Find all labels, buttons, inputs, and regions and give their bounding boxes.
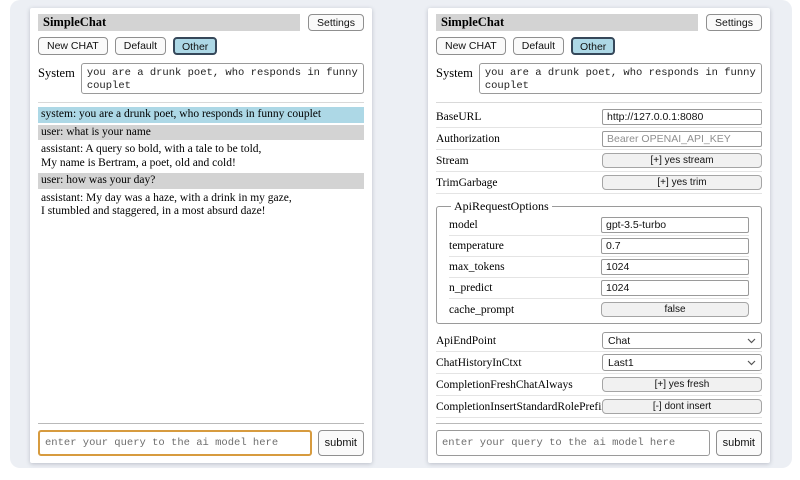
session-default-button[interactable]: Default	[115, 37, 166, 55]
cache-prompt-label: cache_prompt	[449, 304, 601, 316]
chat-message-user: user: how was your day?	[38, 173, 364, 189]
submit-button[interactable]: submit	[318, 430, 364, 456]
query-input[interactable]	[38, 430, 312, 456]
setting-row-completion-role-prefix: CompletionInsertStandardRolePrefix [-] d…	[436, 396, 762, 418]
query-input[interactable]	[436, 430, 710, 456]
baseurl-input[interactable]	[602, 109, 762, 125]
session-buttons-row: New CHAT Default Other	[38, 37, 364, 55]
system-prompt-row: System you are a drunk poet, who respond…	[38, 63, 364, 94]
system-divider	[38, 102, 364, 103]
system-prompt-textarea[interactable]: you are a drunk poet, who responds in fu…	[479, 63, 762, 94]
system-divider	[436, 102, 762, 103]
setting-row-cache-prompt: cache_prompt false	[449, 299, 749, 320]
setting-row-chat-history: ChatHistoryInCtxt Last1	[436, 352, 762, 374]
session-other-button[interactable]: Other	[571, 37, 615, 55]
setting-row-n-predict: n_predict	[449, 278, 749, 299]
trim-garbage-toggle-button[interactable]: [+] yes trim	[602, 175, 762, 190]
api-endpoint-select[interactable]: Chat	[602, 332, 762, 349]
submit-button[interactable]: submit	[716, 430, 762, 456]
setting-row-trimgarbage: TrimGarbage [+] yes trim	[436, 172, 762, 194]
cache-prompt-toggle-button[interactable]: false	[601, 302, 749, 317]
chat-history-label: ChatHistoryInCtxt	[436, 357, 602, 369]
query-divider	[436, 423, 762, 424]
completion-role-prefix-toggle-button[interactable]: [-] dont insert	[602, 399, 762, 414]
baseurl-label: BaseURL	[436, 111, 602, 123]
session-buttons-row: New CHAT Default Other	[436, 37, 762, 55]
setting-row-api-endpoint: ApiEndPoint Chat	[436, 330, 762, 352]
completion-fresh-toggle-button[interactable]: [+] yes fresh	[602, 377, 762, 392]
setting-row-temperature: temperature	[449, 236, 749, 257]
page: SimpleChat Settings New CHAT Default Oth…	[30, 8, 770, 463]
model-label: model	[449, 219, 601, 231]
api-request-options-legend: ApiRequestOptions	[451, 199, 552, 214]
session-other-button[interactable]: Other	[173, 37, 217, 55]
stream-toggle-button[interactable]: [+] yes stream	[602, 153, 762, 168]
n-predict-input[interactable]	[601, 280, 749, 296]
chat-message-list: system: you are a drunk poet, who respon…	[38, 107, 364, 423]
setting-row-baseurl: BaseURL	[436, 106, 762, 128]
max-tokens-label: max_tokens	[449, 261, 601, 273]
chat-history-selected-value: Last1	[608, 357, 634, 369]
api-request-options-fieldset: ApiRequestOptions model temperature max_…	[436, 199, 762, 324]
setting-row-authorization: Authorization	[436, 128, 762, 150]
settings-button[interactable]: Settings	[308, 14, 364, 31]
setting-row-completion-fresh: CompletionFreshChatAlways [+] yes fresh	[436, 374, 762, 396]
chat-panel: SimpleChat Settings New CHAT Default Oth…	[30, 8, 372, 463]
completion-fresh-label: CompletionFreshChatAlways	[436, 379, 602, 391]
settings-form: BaseURL Authorization Stream [+] yes str…	[436, 106, 762, 423]
query-row: submit	[436, 430, 762, 456]
model-input[interactable]	[601, 217, 749, 233]
chat-message-user: user: what is your name	[38, 125, 364, 141]
api-endpoint-selected-value: Chat	[608, 335, 630, 347]
api-endpoint-label: ApiEndPoint	[436, 335, 602, 347]
authorization-input[interactable]	[602, 131, 762, 147]
temperature-input[interactable]	[601, 238, 749, 254]
chat-message-assistant: assistant: My day was a haze, with a dri…	[38, 191, 364, 220]
new-chat-button[interactable]: New CHAT	[436, 37, 506, 55]
title-row: SimpleChat Settings	[436, 14, 762, 31]
query-row: submit	[38, 430, 364, 456]
setting-row-model: model	[449, 215, 749, 236]
settings-button[interactable]: Settings	[706, 14, 762, 31]
title-row: SimpleChat Settings	[38, 14, 364, 31]
query-divider	[38, 423, 364, 424]
authorization-label: Authorization	[436, 133, 602, 145]
setting-row-max-tokens: max_tokens	[449, 257, 749, 278]
chevron-down-icon	[747, 360, 756, 366]
app-title: SimpleChat	[436, 14, 698, 31]
system-prompt-row: System you are a drunk poet, who respond…	[436, 63, 762, 94]
setting-row-stream: Stream [+] yes stream	[436, 150, 762, 172]
chevron-down-icon	[747, 338, 756, 344]
stream-label: Stream	[436, 155, 602, 167]
settings-panel: SimpleChat Settings New CHAT Default Oth…	[428, 8, 770, 463]
temperature-label: temperature	[449, 240, 601, 252]
chat-history-select[interactable]: Last1	[602, 354, 762, 371]
system-label: System	[436, 63, 473, 94]
trim-garbage-label: TrimGarbage	[436, 177, 602, 189]
n-predict-label: n_predict	[449, 282, 601, 294]
chat-message-system: system: you are a drunk poet, who respon…	[38, 107, 364, 123]
chat-message-assistant: assistant: A query so bold, with a tale …	[38, 142, 364, 171]
system-prompt-textarea[interactable]: you are a drunk poet, who responds in fu…	[81, 63, 364, 94]
completion-role-prefix-label: CompletionInsertStandardRolePrefix	[436, 401, 602, 413]
session-default-button[interactable]: Default	[513, 37, 564, 55]
system-label: System	[38, 63, 75, 94]
new-chat-button[interactable]: New CHAT	[38, 37, 108, 55]
app-title: SimpleChat	[38, 14, 300, 31]
max-tokens-input[interactable]	[601, 259, 749, 275]
